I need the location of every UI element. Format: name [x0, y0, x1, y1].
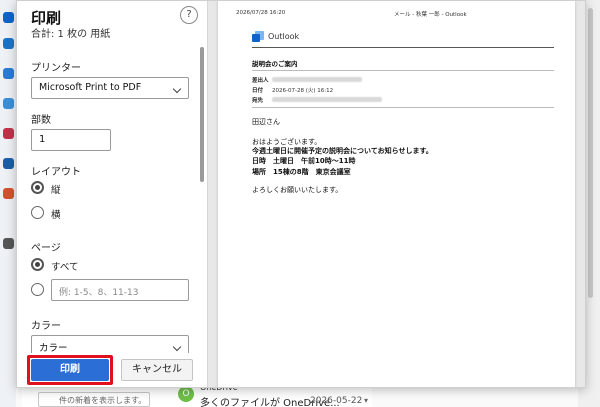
print-settings-pane: 印刷 合計: 1 枚の 用紙 ? プリンター Microsoft Print t… — [17, 1, 207, 387]
settings-scrollbar[interactable] — [200, 47, 204, 182]
printer-select[interactable]: Microsoft Print to PDF — [31, 77, 189, 99]
custom-pages-input[interactable]: 例: 1-5、8、11-13 — [51, 279, 189, 301]
apps-icon[interactable] — [3, 238, 14, 249]
body-greeting: 田辺さん — [252, 118, 280, 126]
to-label: 宛先 — [252, 98, 264, 104]
message-date: 2026-05-22 — [310, 396, 363, 406]
word-icon[interactable] — [3, 158, 14, 169]
pages-label: ページ — [31, 243, 61, 254]
chevron-down-icon — [172, 84, 182, 94]
printer-label: プリンター — [31, 63, 81, 74]
copies-input[interactable]: 1 — [31, 129, 111, 151]
outlook-logo-icon — [252, 31, 264, 42]
body-line-3: 日時 土曜日 午前10時～11時 — [252, 157, 356, 165]
print-button-highlight — [27, 355, 113, 385]
landscape-radio[interactable] — [31, 206, 44, 219]
landscape-label: 横 — [51, 210, 61, 221]
page-header: メール - 秋葉 一郎 - Outlook — [394, 12, 467, 18]
all-pages-label: すべて — [51, 262, 79, 273]
portrait-label: 縦 — [51, 185, 61, 196]
to-redacted — [272, 97, 382, 102]
preview-page: 2026/07/28 16:20 メール - 秋葉 一郎 - Outlook O… — [218, 1, 575, 387]
date-value: 2026-07-28 (火) 16:12 — [272, 88, 334, 94]
body-line-2: 今週土曜日に開催予定の説明会についてお知らせします。 — [252, 147, 433, 155]
cancel-button[interactable]: キャンセル — [121, 359, 193, 381]
group-icon[interactable] — [3, 98, 14, 109]
app-scrollbar[interactable] — [588, 8, 593, 298]
all-pages-radio[interactable] — [31, 258, 44, 271]
body-line-4: 場所 15棟の8階 東京会議室 — [252, 168, 351, 176]
new-messages-button[interactable]: 件の新着を表示します。 — [38, 392, 150, 407]
color-select[interactable]: カラー — [31, 335, 189, 353]
meta-divider — [252, 107, 554, 108]
custom-pages-radio[interactable] — [31, 283, 44, 296]
print-preview[interactable]: 2026/07/28 16:20 メール - 秋葉 一郎 - Outlook O… — [207, 1, 585, 387]
dialog-footer: 印刷 キャンセル — [17, 353, 207, 387]
mail-subject: 説明会のご案内 — [252, 60, 298, 68]
portrait-radio[interactable] — [31, 181, 44, 194]
app-rail — [0, 0, 16, 407]
header-divider — [252, 47, 554, 48]
outlook-name: Outlook — [268, 32, 300, 41]
office-icon[interactable] — [3, 128, 14, 139]
mail-icon[interactable] — [3, 12, 14, 23]
subject-divider — [252, 70, 554, 71]
settings-scroll-area: プリンター Microsoft Print to PDF 部数 1 レイアウト … — [17, 43, 207, 353]
people-icon[interactable] — [3, 68, 14, 79]
color-label: カラー — [31, 321, 61, 332]
copies-label: 部数 — [31, 115, 51, 126]
color-value: カラー — [39, 343, 68, 353]
chevron-down-icon[interactable]: ▾ — [364, 396, 368, 405]
print-dialog: 印刷 合計: 1 枚の 用紙 ? プリンター Microsoft Print t… — [16, 0, 586, 388]
avatar: O — [178, 386, 194, 402]
chevron-down-icon — [172, 342, 182, 352]
date-label: 日付 — [252, 88, 264, 94]
from-label: 差出人 — [252, 78, 269, 84]
print-date: 2026/07/28 16:20 — [236, 10, 286, 16]
calendar-icon[interactable] — [3, 38, 14, 49]
from-redacted — [272, 77, 362, 82]
help-button[interactable]: ? — [180, 6, 198, 24]
layout-label: レイアウト — [31, 167, 81, 178]
sheet-count: 合計: 1 枚の 用紙 — [31, 29, 111, 40]
powerpoint-icon[interactable] — [3, 188, 14, 199]
printer-value: Microsoft Print to PDF — [39, 82, 142, 93]
body-closing: よろしくお願いいたします。 — [252, 186, 343, 194]
